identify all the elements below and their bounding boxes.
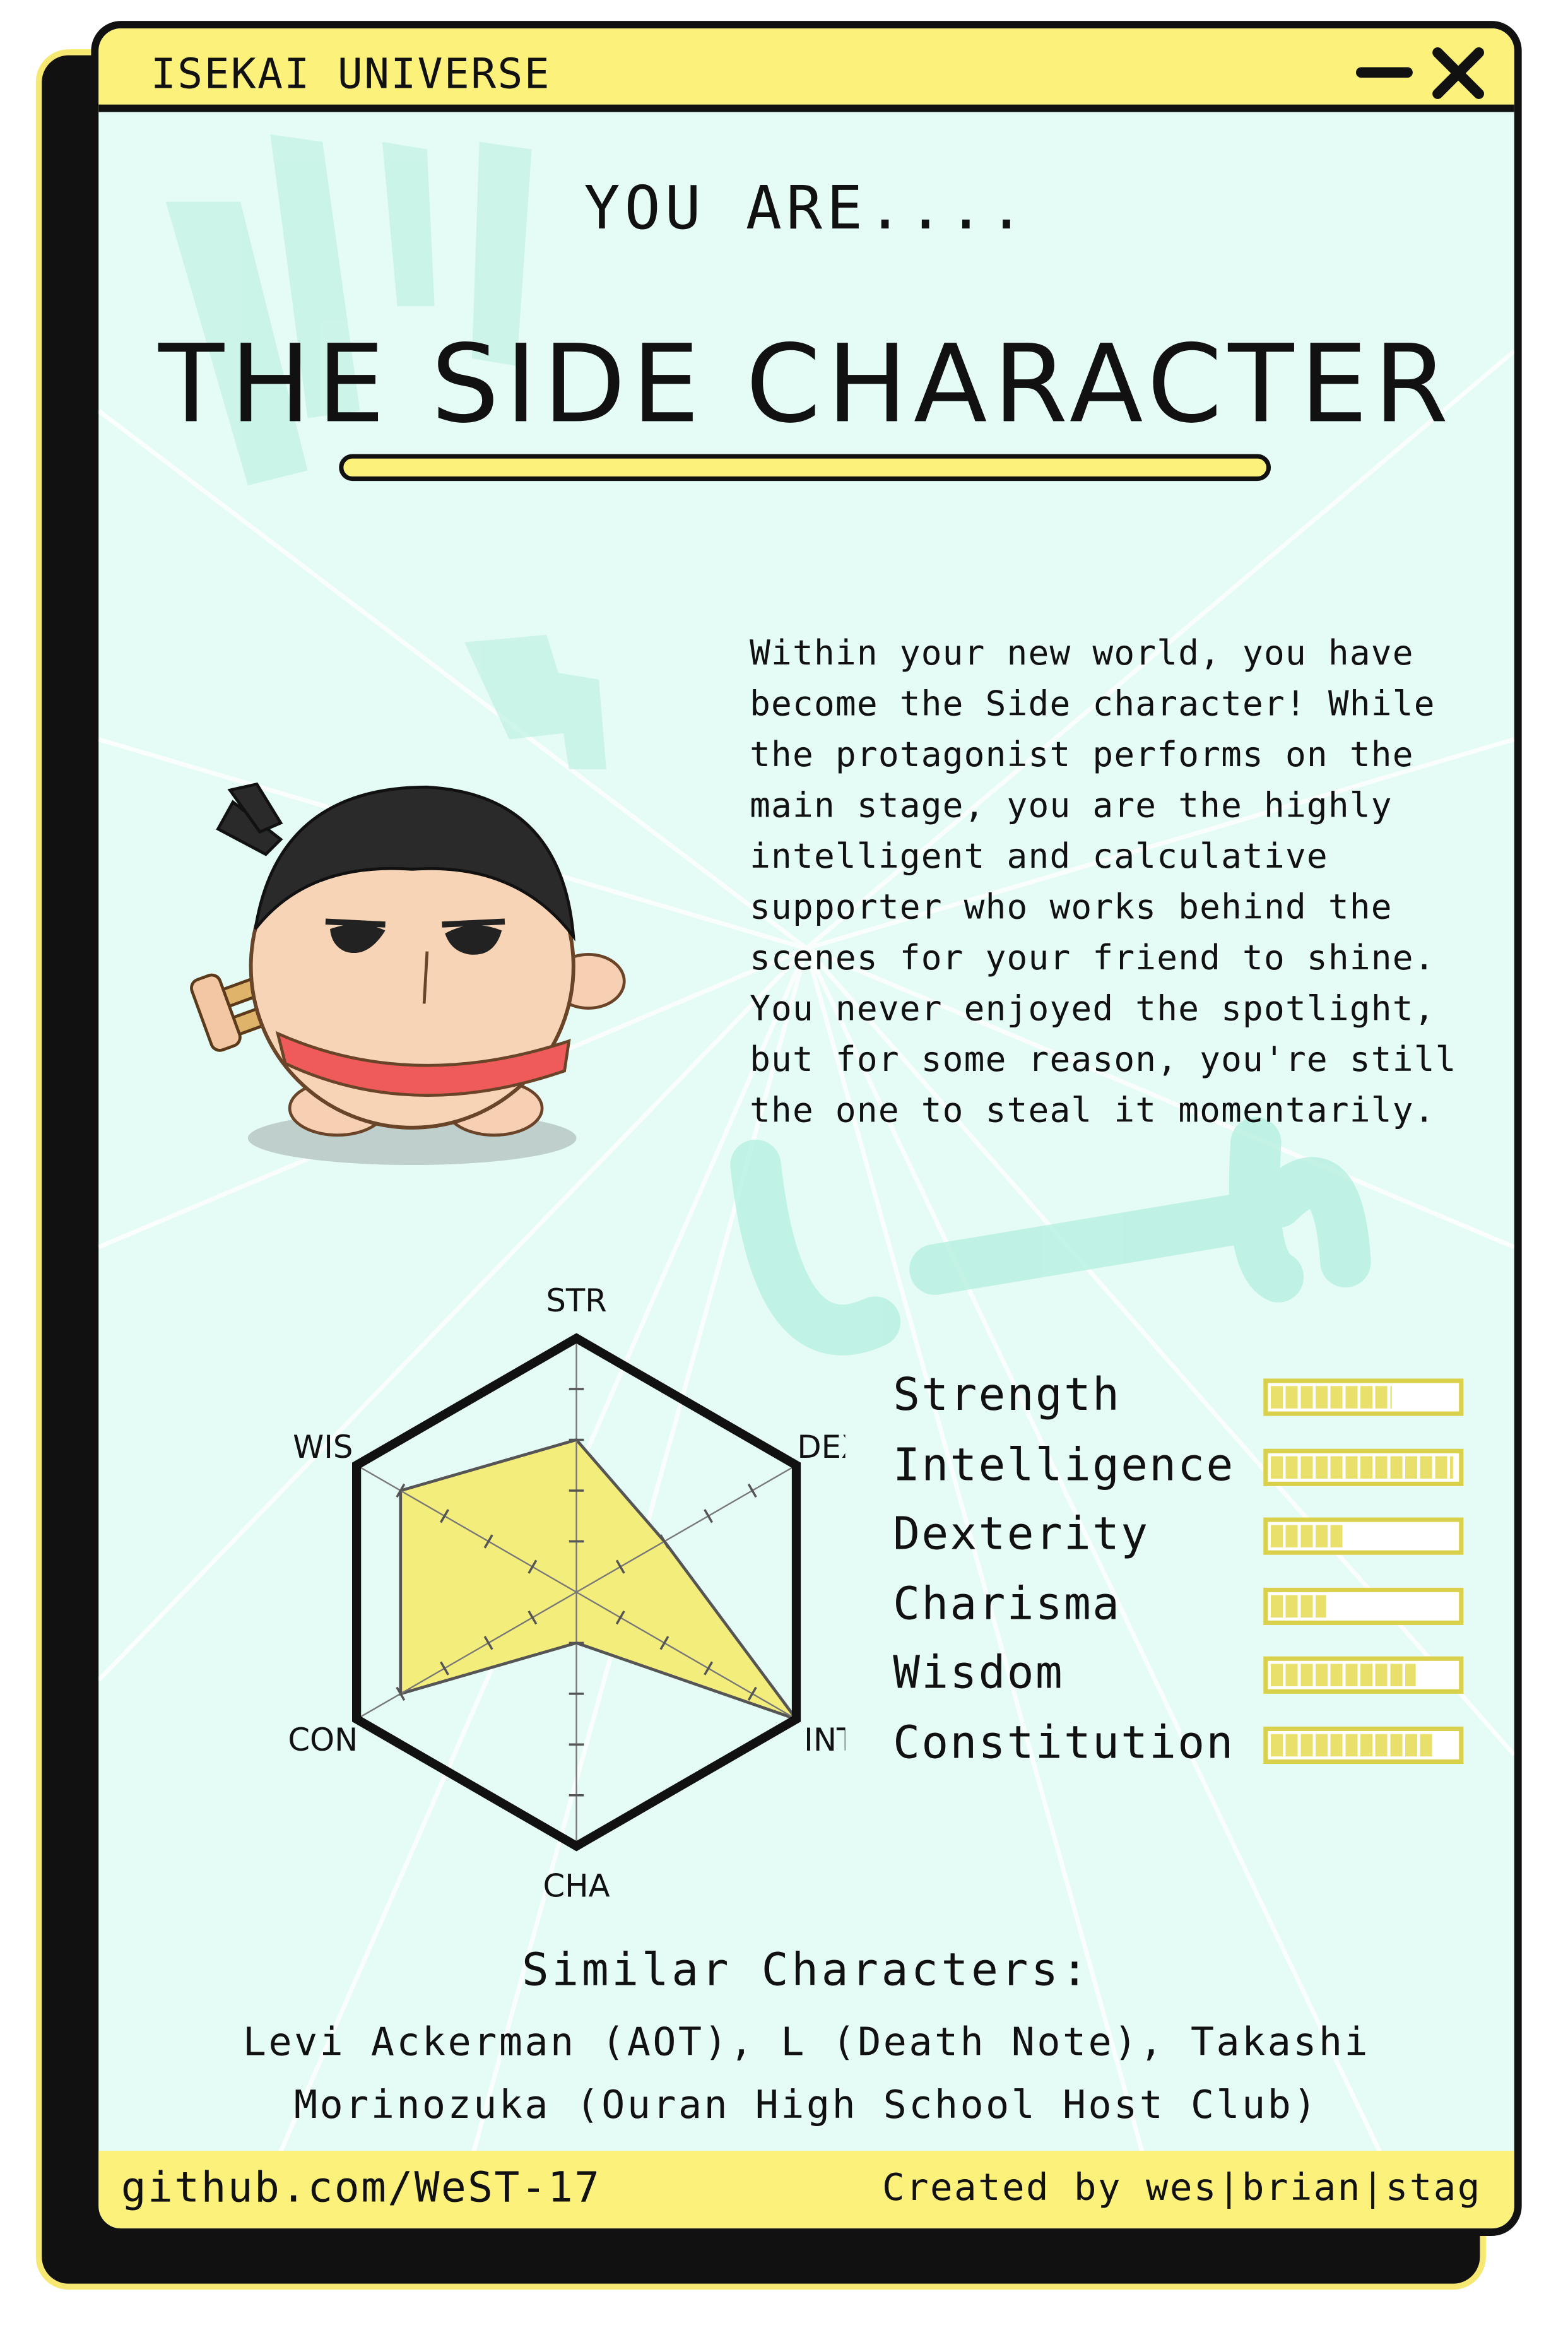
radar-label-wis: WIS (293, 1429, 353, 1465)
stat-bar-fill (1271, 1595, 1327, 1617)
stat-label: Charisma (893, 1578, 1121, 1631)
stat-label: Strength (893, 1369, 1121, 1422)
stat-bar-fill (1271, 1664, 1415, 1687)
footer-bar: github.com/WeST-17 Created by wes|brian|… (98, 2151, 1514, 2229)
github-link[interactable]: github.com/WeST-17 (121, 2163, 601, 2212)
stat-radar-chart: STR DEX INT CHA CON WIS (288, 1282, 845, 1903)
stat-row-dexterity: Dexterity (893, 1506, 1490, 1566)
title-bar: ISEKAI UNIVERSE (98, 28, 1514, 112)
radar-label-dex: DEX (797, 1429, 845, 1465)
ninja-mascot-illustration (190, 782, 626, 1166)
stat-row-strength: Strength (893, 1367, 1490, 1427)
intro-heading: YOU ARE.... (584, 174, 1029, 244)
stat-label: Intelligence (893, 1439, 1235, 1492)
stat-bar-fill (1271, 1386, 1391, 1409)
stat-label: Constitution (893, 1717, 1235, 1770)
similar-characters-title: Similar Characters: (521, 1944, 1092, 1997)
minimize-icon[interactable] (1355, 67, 1413, 78)
stat-bar (1263, 1726, 1464, 1765)
stat-bar (1263, 1587, 1464, 1625)
stat-row-constitution: Constitution (893, 1715, 1490, 1775)
radar-label-con: CON (288, 1722, 358, 1758)
similar-characters-list: Levi Ackerman (AOT), L (Death Note), Tak… (242, 2021, 1371, 2129)
credits-text: Created by wes|brian|stag (882, 2165, 1482, 2209)
stat-label: Wisdom (893, 1648, 1064, 1701)
title-underline (339, 454, 1271, 482)
stat-row-charisma: Charisma (893, 1575, 1490, 1635)
result-title: THE SIDE CHARACTER (158, 321, 1454, 447)
stat-bar (1263, 1518, 1464, 1556)
window-title: ISEKAI UNIVERSE (151, 49, 551, 99)
stat-row-intelligence: Intelligence (893, 1436, 1490, 1496)
result-description: Within your new world, you have become t… (750, 634, 1457, 1131)
radar-label-cha: CHA (543, 1868, 610, 1903)
stat-bar-fill (1271, 1525, 1345, 1548)
stat-row-wisdom: Wisdom (893, 1645, 1490, 1705)
radar-label-str: STR (546, 1282, 606, 1319)
stat-label: Dexterity (893, 1508, 1150, 1561)
radar-tick (704, 1509, 714, 1523)
radar-label-int: INT (804, 1722, 845, 1758)
stat-bar (1263, 1378, 1464, 1416)
result-window: ISEKAI UNIVERSE YOU ARE.... THE SIDE CHA… (91, 21, 1522, 2236)
stat-bar-fill (1271, 1734, 1434, 1757)
stat-bar (1263, 1448, 1464, 1486)
close-icon[interactable] (1428, 44, 1488, 103)
radar-tick (747, 1483, 757, 1498)
scene: ISEKAI UNIVERSE YOU ARE.... THE SIDE CHA… (0, 0, 1568, 2346)
stat-bar-fill (1271, 1455, 1453, 1479)
stat-bar (1263, 1657, 1464, 1694)
